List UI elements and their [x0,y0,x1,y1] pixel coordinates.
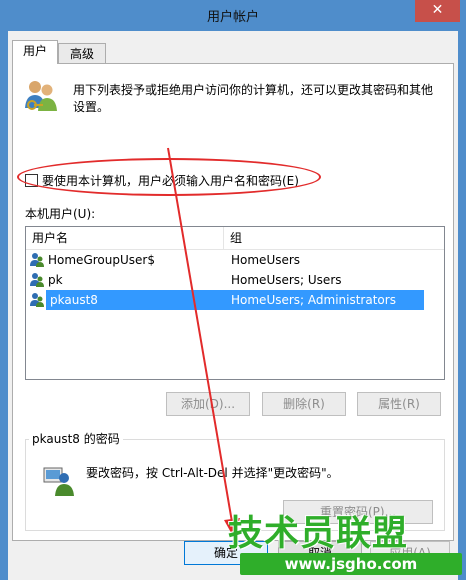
column-header-group[interactable]: 组 [224,227,444,249]
cancel-button[interactable]: 取消 [278,541,362,565]
users-icon [25,81,57,111]
row-username: HomeGroupUser$ [48,253,155,267]
properties-button[interactable]: 属性(R) [357,392,441,416]
password-groupbox: 要改密码，按 Ctrl-Alt-Del 并选择"更改密码"。 重置密码(P)..… [25,439,445,531]
row-group: HomeUsers [231,253,301,267]
users-description: 用下列表授予或拒绝用户访问你的计算机，还可以更改其密码和其他设置。 [73,83,434,114]
password-instructions: 要改密码，按 Ctrl-Alt-Del 并选择"更改密码"。 [86,466,339,480]
table-row-selected[interactable]: pkaust8 HomeUsers; Administrators [26,290,424,310]
window-title: 用户帐户 [206,10,259,25]
reset-password-button[interactable]: 重置密码(P)... [283,500,433,524]
users-list[interactable]: 用户名 组 HomeGroupUser$ HomeUsers pk HomeUs… [25,226,445,380]
user-icon [30,253,44,267]
add-user-button[interactable]: 添加(D)... [166,392,250,416]
password-group-title: pkaust8 的密码 [29,430,123,447]
require-login-row[interactable]: 要使用本计算机，用户必须输入用户名和密码(E) [25,172,299,188]
column-header-username[interactable]: 用户名 [26,227,224,249]
local-users-label: 本机用户(U): [25,207,96,221]
remove-user-button[interactable]: 删除(R) [262,392,346,416]
row-username: pk [48,273,63,287]
tab-users[interactable]: 用户 [12,40,58,64]
dialog-client-area: 用户 高级 用下列表授予或拒绝用户访问你的计算机，还可以更改其密码和其他设置。 … [8,31,458,580]
ok-button[interactable]: 确定 [184,541,268,565]
table-row[interactable]: HomeGroupUser$ HomeUsers [26,250,424,270]
row-username: pkaust8 [50,293,98,307]
password-icon [43,467,74,496]
row-group: HomeUsers; Administrators [231,293,396,307]
row-group: HomeUsers; Users [231,273,342,287]
close-button[interactable]: ✕ [415,0,460,22]
tab-advanced[interactable]: 高级 [58,43,106,65]
require-login-label: 要使用本计算机，用户必须输入用户名和密码(E) [42,173,299,188]
user-icon [30,293,44,307]
users-list-header: 用户名 组 [26,227,444,250]
title-bar: 用户帐户 ✕ [0,0,466,30]
user-accounts-window: 用户帐户 ✕ 用户 高级 用下列表授予或拒绝用户访问你的计算机，还可以更改其密码… [0,0,466,580]
apply-button[interactable]: 应用(A) [370,541,450,565]
user-icon [30,273,44,287]
table-row[interactable]: pk HomeUsers; Users [26,270,424,290]
users-tab-panel: 用下列表授予或拒绝用户访问你的计算机，还可以更改其密码和其他设置。 要使用本计算… [12,63,454,541]
require-login-checkbox[interactable] [25,173,38,187]
